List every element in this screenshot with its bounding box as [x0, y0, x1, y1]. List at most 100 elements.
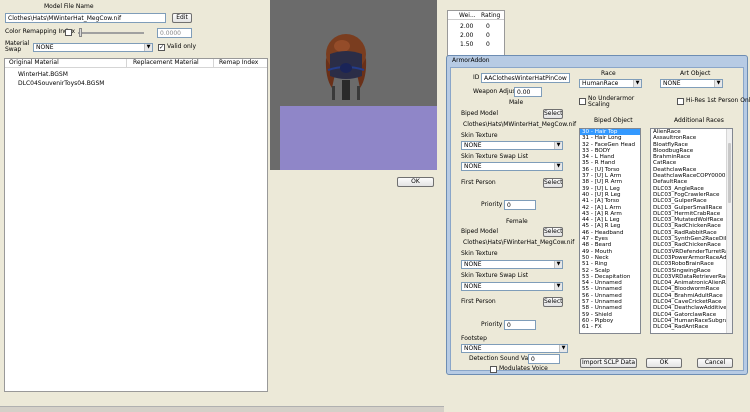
- column-header[interactable]: Original Material: [9, 59, 59, 67]
- male-biped-model-path: Clothes\Hats\MWinterHat_MegCow.nif: [463, 121, 577, 128]
- column-header[interactable]: Rating: [481, 12, 500, 20]
- female-skin-swap-label: Skin Texture Swap List: [461, 272, 529, 279]
- female-skin-texture-value: NONE: [464, 261, 482, 268]
- female-biped-model-path: Clothes\Hats\FWinterHat_MegCow.nif: [463, 239, 575, 246]
- import-sclp-button[interactable]: Import SCLP Data: [580, 358, 637, 368]
- male-heading: Male: [509, 99, 524, 106]
- column-divider: [213, 59, 214, 68]
- title-bar[interactable]: ArmorAddon: [447, 56, 747, 66]
- column-header[interactable]: Wei...: [459, 12, 476, 20]
- table-cell: 1.50: [460, 41, 474, 48]
- female-priority-label: Priority: [481, 321, 503, 328]
- female-priority-field[interactable]: 0: [504, 320, 536, 330]
- detection-sound-field[interactable]: 0: [528, 354, 560, 364]
- slider-thumb-icon[interactable]: [79, 28, 82, 37]
- ok-button[interactable]: OK: [646, 358, 682, 368]
- chevron-down-icon: ▼: [554, 283, 562, 290]
- table-row[interactable]: WinterHat.BGSM: [18, 71, 68, 78]
- rating-table: Wei... Rating 2.00 0 2.00 0 1.50 0: [447, 10, 505, 56]
- male-skin-swap-value: NONE: [464, 163, 482, 170]
- scrollbar[interactable]: [726, 129, 732, 333]
- male-priority-field[interactable]: 0: [504, 200, 536, 210]
- chevron-down-icon: ▼: [144, 44, 152, 51]
- modulates-voice-label: Modulates Voice: [499, 365, 548, 372]
- material-swap-label: Material Swap: [5, 40, 30, 53]
- list-item[interactable]: DLC04_DeathclawAdditiveSub: [651, 305, 732, 311]
- weapon-adjust-label: Weapon Adjust: [473, 88, 518, 95]
- female-biped-model-label: Biped Model: [461, 228, 499, 235]
- chevron-down-icon: ▼: [714, 80, 722, 87]
- list-item[interactable]: 32 - FaceGen Head: [580, 142, 640, 148]
- female-skin-swap-select[interactable]: NONE ▼: [461, 282, 563, 291]
- model-path-field[interactable]: Clothes\Hats\MWinterHat_MegCow.nif: [5, 13, 166, 23]
- material-table: Original Material Replacement Material R…: [4, 58, 268, 392]
- female-first-person-select-button[interactable]: Select: [543, 297, 563, 307]
- list-item[interactable]: DLC04_RadAntRace: [651, 324, 732, 330]
- chevron-down-icon: ▼: [554, 261, 562, 268]
- additional-races-label: Additional Races: [674, 117, 724, 124]
- valid-only-label: Valid only: [167, 43, 197, 50]
- table-row[interactable]: DLC04SouvenirToys04.BGSM: [18, 80, 104, 87]
- male-priority-label: Priority: [481, 201, 503, 208]
- list-item[interactable]: 61 - FX: [580, 324, 640, 330]
- no-underarmor-label: No Underarmor Scaling: [588, 95, 635, 108]
- list-item[interactable]: DLC03_RadChickenRace: [651, 242, 732, 248]
- female-biped-select-button[interactable]: Select: [543, 227, 563, 237]
- footstep-select[interactable]: NONE ▼: [461, 344, 568, 353]
- male-biped-select-button[interactable]: Select: [543, 109, 563, 119]
- female-skin-texture-select[interactable]: NONE ▼: [461, 260, 563, 269]
- biped-object-list[interactable]: 30 - Hair Top 31 - Hair Long 32 - FaceGen …: [579, 128, 641, 334]
- no-underarmor-checkbox[interactable]: [579, 98, 586, 105]
- male-first-person-select-button[interactable]: Select: [543, 178, 563, 188]
- male-biped-model-label: Biped Model: [461, 110, 499, 117]
- additional-races-list[interactable]: AlienRace AssaultronRace BloatflyRace Blood…: [650, 128, 733, 334]
- table-cell: 0: [486, 23, 490, 30]
- hi-res-checkbox[interactable]: [677, 98, 684, 105]
- table-header: Original Material Replacement Material R…: [5, 59, 267, 68]
- color-remap-slider[interactable]: [78, 32, 144, 34]
- model-dialog: Model File Name Clothes\Hats\MWinterHat_…: [0, 0, 444, 412]
- model-file-label: Model File Name: [44, 3, 94, 10]
- material-swap-select[interactable]: NONE ▼: [33, 43, 153, 52]
- id-field[interactable]: AAClothesWinterHatPinCow: [481, 73, 570, 83]
- modulates-voice-checkbox[interactable]: [490, 366, 497, 373]
- color-remap-value[interactable]: 0.0000: [157, 28, 192, 38]
- male-skin-swap-select[interactable]: NONE ▼: [461, 162, 563, 171]
- valid-only-checkbox[interactable]: ✓: [158, 44, 165, 51]
- preview-viewport[interactable]: [270, 0, 437, 170]
- edit-button[interactable]: Edit: [172, 13, 192, 23]
- table-cell: 2.00: [460, 32, 474, 39]
- art-object-value: NONE: [663, 80, 681, 87]
- table-cell: 0: [486, 32, 490, 39]
- preview-ok-button[interactable]: OK: [397, 177, 434, 187]
- column-header[interactable]: Remap Index: [219, 59, 258, 67]
- armor-addon-window: ArmorAddon ID AAClothesWinterHatPinCow W…: [446, 55, 750, 375]
- table-header: Wei... Rating: [448, 11, 504, 20]
- footstep-value: NONE: [464, 345, 482, 352]
- list-item[interactable]: DLC03VRDefenderTurretRace: [651, 249, 732, 255]
- race-label: Race: [601, 70, 616, 77]
- scrollbar-thumb[interactable]: [728, 143, 731, 203]
- cancel-button[interactable]: Cancel: [697, 358, 733, 368]
- male-skin-texture-value: NONE: [464, 142, 482, 149]
- biped-object-label: Biped Object: [594, 117, 633, 124]
- male-first-person-label: First Person: [461, 179, 496, 186]
- table-cell: 2.00: [460, 23, 474, 30]
- race-value: HumanRace: [582, 80, 619, 87]
- column-header[interactable]: Replacement Material: [133, 59, 199, 67]
- dialog-bottom-edge: [0, 406, 444, 412]
- list-item[interactable]: DLC03_RadChickenRace: [651, 223, 732, 229]
- id-label: ID: [473, 74, 480, 81]
- color-remap-checkbox[interactable]: [65, 29, 72, 36]
- chevron-down-icon: ▼: [633, 80, 641, 87]
- client-area: ID AAClothesWinterHatPinCow Weapon Adjus…: [450, 67, 750, 373]
- art-object-select[interactable]: NONE ▼: [660, 79, 723, 88]
- weapon-adjust-field[interactable]: 0.00: [514, 87, 542, 97]
- hi-res-label: Hi-Res 1st Person Only: [686, 97, 750, 104]
- male-skin-texture-label: Skin Texture: [461, 132, 498, 139]
- chevron-down-icon: ▼: [554, 163, 562, 170]
- list-item[interactable]: DLC03_GulperSmallRace: [651, 205, 732, 211]
- male-skin-texture-select[interactable]: NONE ▼: [461, 141, 563, 150]
- window-title: ArmorAddon: [452, 57, 490, 64]
- race-select[interactable]: HumanRace ▼: [579, 79, 642, 88]
